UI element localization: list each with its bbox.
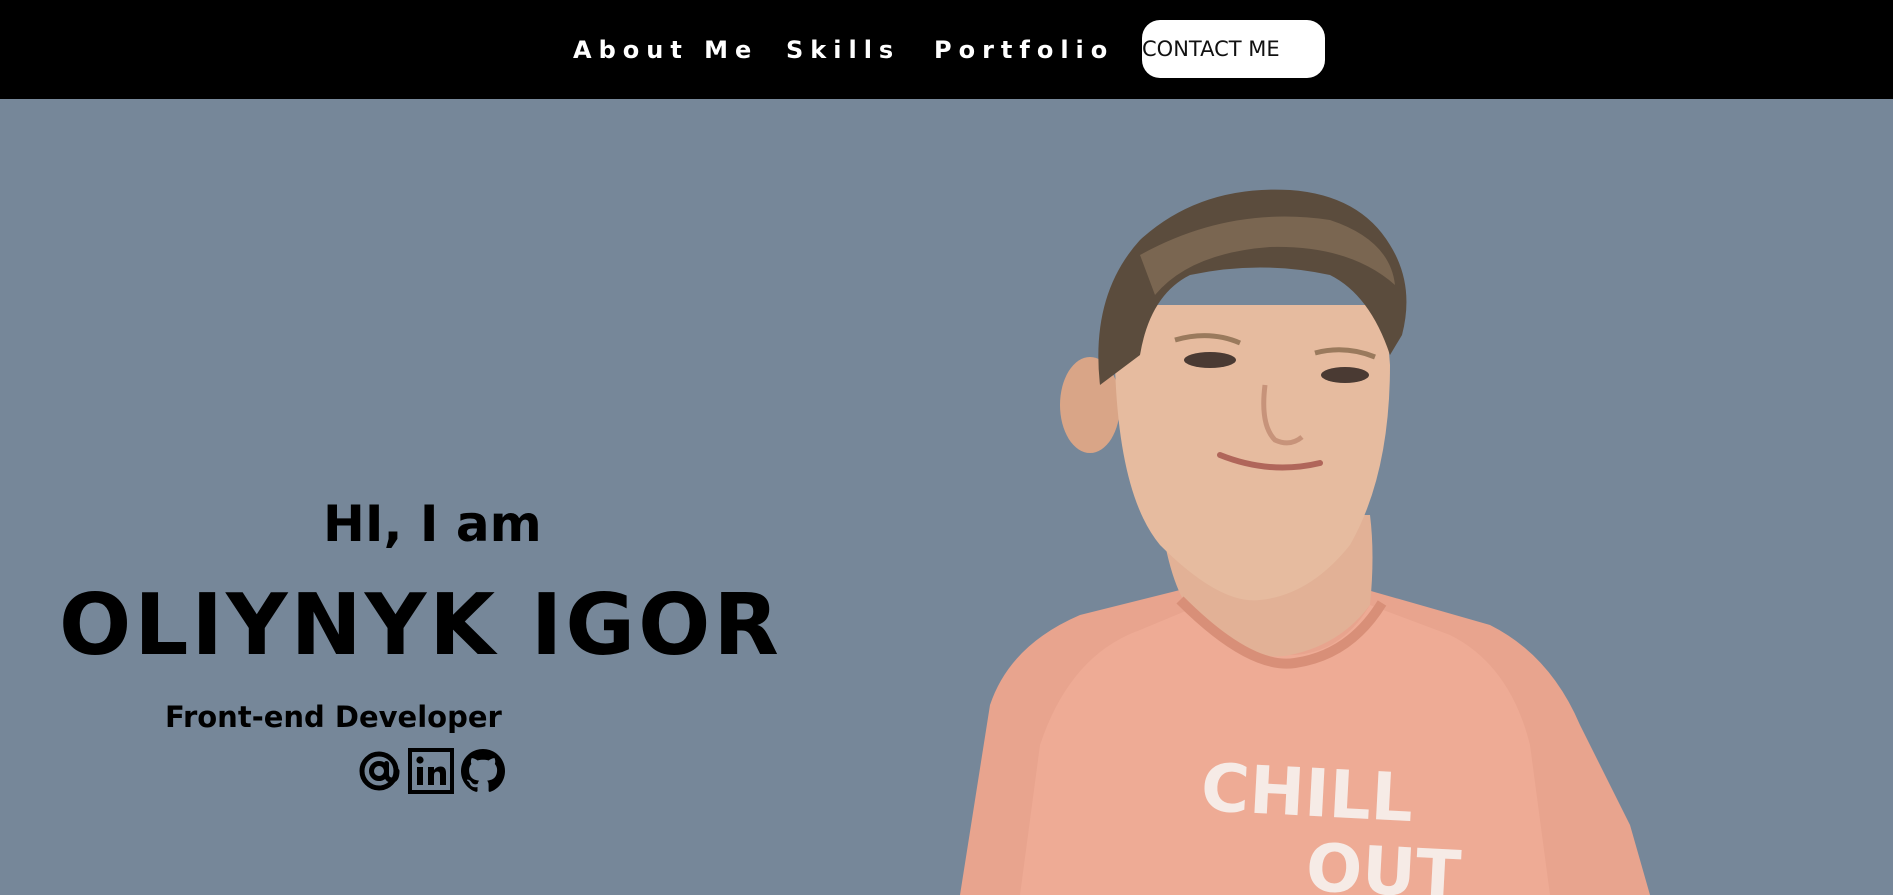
nav-about-me[interactable]: About Me bbox=[573, 36, 758, 64]
portrait-photo: CHILL OUT bbox=[960, 189, 1650, 895]
nav-portfolio[interactable]: Portfolio bbox=[934, 36, 1114, 64]
hero-role: Front-end Developer bbox=[165, 700, 502, 734]
nav-skills[interactable]: Skills bbox=[786, 36, 900, 64]
shirt-print-line2: OUT bbox=[1304, 829, 1463, 895]
email-icon[interactable] bbox=[355, 747, 403, 795]
shirt-print-line1: CHILL bbox=[1199, 749, 1415, 837]
contact-me-button[interactable]: CONTACT ME bbox=[1142, 20, 1325, 78]
page: About Me Skills Portfolio CONTACT ME HI,… bbox=[0, 0, 1893, 895]
social-links bbox=[355, 747, 507, 795]
hero-name: OLIYNYK IGOR bbox=[59, 576, 782, 675]
github-icon[interactable] bbox=[459, 747, 507, 795]
top-nav-bar: About Me Skills Portfolio CONTACT ME bbox=[0, 0, 1893, 99]
hero-greeting: HI, I am bbox=[323, 495, 542, 553]
linkedin-icon[interactable] bbox=[407, 747, 455, 795]
